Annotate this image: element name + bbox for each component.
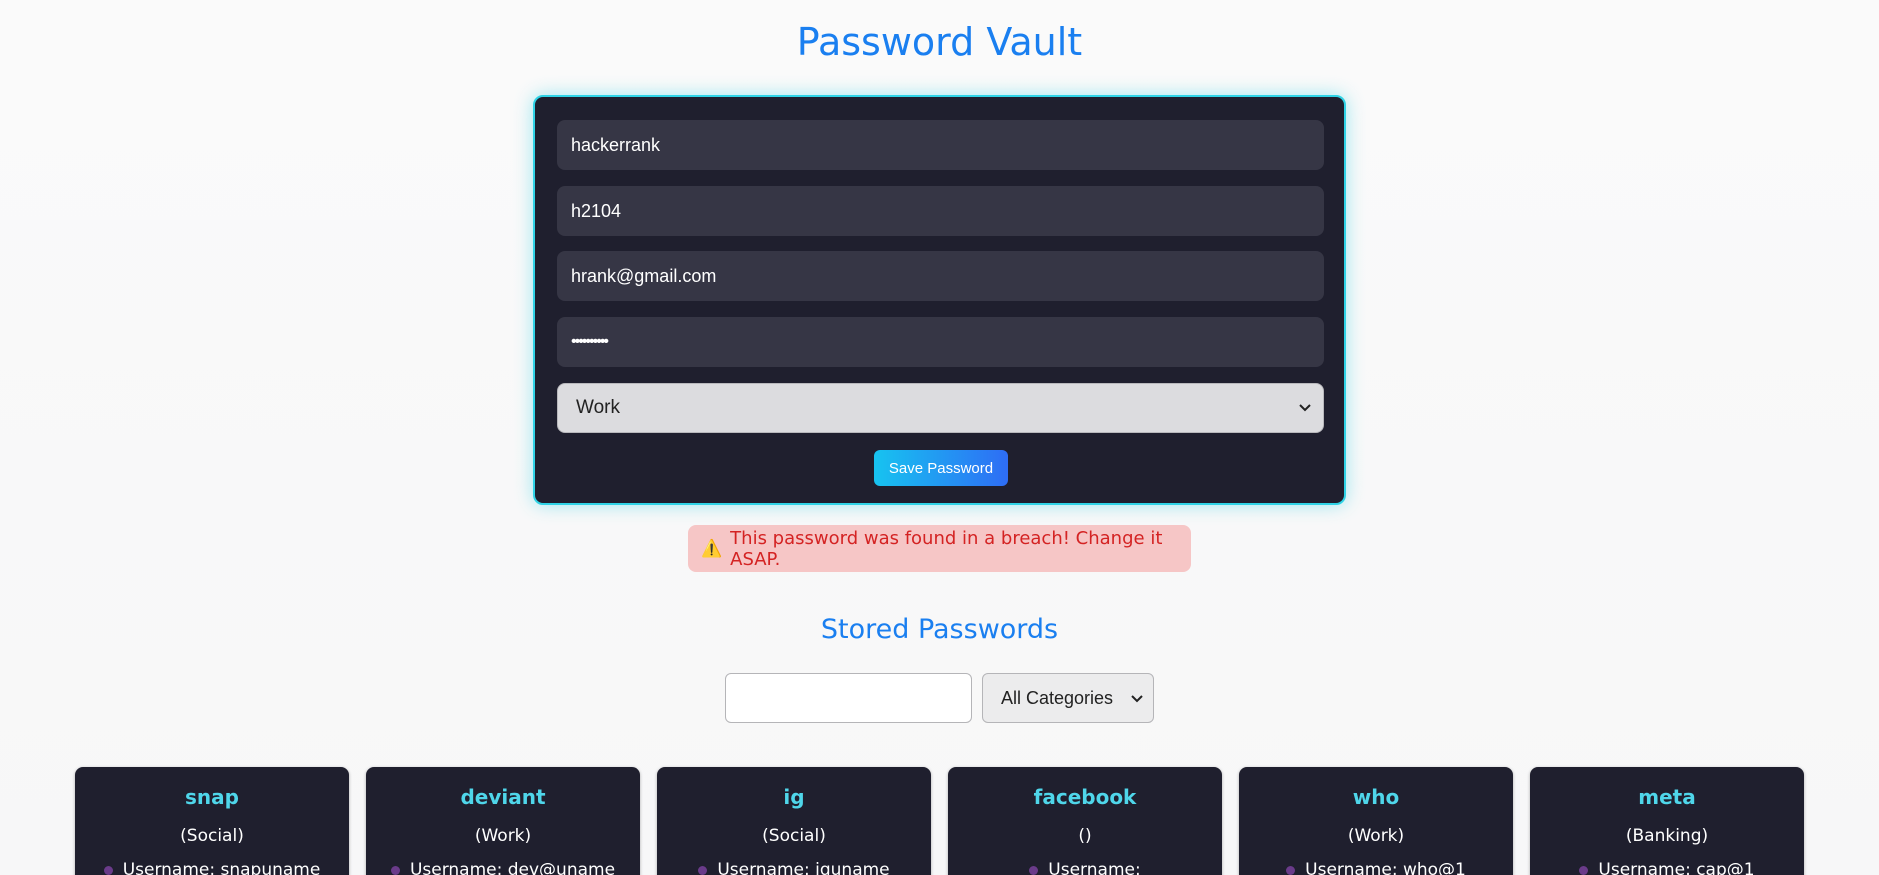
category-filter-select[interactable]: All Categories — [982, 673, 1154, 723]
card-username-row: Username: cap@1 — [1530, 860, 1804, 875]
page-title: Password Vault — [796, 20, 1083, 64]
category-selected-value: Work — [576, 397, 620, 418]
card-category: (Work) — [1347, 826, 1405, 846]
card-category: (Social) — [180, 826, 244, 846]
username-input[interactable] — [557, 186, 1324, 236]
warning-icon: ⚠️ — [701, 538, 723, 559]
password-card[interactable]: meta (Banking) Username: cap@1 — [1530, 767, 1804, 875]
password-card[interactable]: snap (Social) Username: snapuname — [75, 767, 349, 875]
password-card[interactable]: deviant (Work) Username: dev@uname — [366, 767, 640, 875]
stored-passwords-heading: Stored Passwords — [820, 614, 1059, 645]
card-username-row: Username: dev@uname — [366, 860, 640, 875]
card-category: (Work) — [474, 826, 532, 846]
card-site-name: snap — [185, 785, 239, 809]
card-username: Username: iguname — [717, 860, 890, 875]
card-username-row: Username: snapuname — [75, 860, 349, 875]
card-username-row: Username: who@1 — [1239, 860, 1513, 875]
card-username: Username: snapuname — [122, 860, 321, 875]
site-input[interactable] — [557, 120, 1324, 170]
bullet-icon — [103, 865, 113, 875]
bullet-icon — [698, 865, 708, 875]
card-username: Username: — [1048, 860, 1141, 875]
email-input[interactable] — [557, 251, 1324, 301]
bullet-icon — [1579, 865, 1589, 875]
card-category: (Social) — [762, 826, 826, 846]
card-category: () — [1078, 826, 1092, 846]
card-username-row: Username: — [948, 860, 1222, 875]
breach-alert: ⚠️ This password was found in a breach! … — [688, 525, 1191, 572]
breach-alert-message: This password was found in a breach! Cha… — [730, 527, 1163, 570]
card-site-name: facebook — [1033, 785, 1137, 809]
card-site-name: deviant — [460, 785, 546, 809]
password-card[interactable]: ig (Social) Username: iguname — [657, 767, 931, 875]
bullet-icon — [1286, 865, 1296, 875]
search-input[interactable] — [725, 673, 972, 723]
card-site-name: who — [1352, 785, 1400, 809]
filter-selected-value: All Categories — [1001, 687, 1114, 708]
card-username: Username: dev@uname — [409, 860, 616, 875]
card-site-name: meta — [1638, 785, 1696, 809]
card-site-name: ig — [783, 785, 805, 809]
bullet-icon — [1029, 865, 1039, 875]
save-password-button[interactable]: Save Password — [874, 450, 1008, 486]
card-category: (Banking) — [1625, 826, 1709, 846]
category-select[interactable]: Work — [557, 383, 1324, 433]
card-username: Username: who@1 — [1305, 860, 1466, 875]
card-username: Username: cap@1 — [1598, 860, 1755, 875]
chevron-down-icon — [1299, 404, 1311, 412]
chevron-down-icon — [1131, 695, 1143, 703]
password-form: •••••••••• Work Save Password — [533, 95, 1346, 505]
password-masked-value: •••••••••• — [571, 333, 609, 350]
password-input[interactable]: •••••••••• — [557, 317, 1324, 367]
password-card[interactable]: who (Work) Username: who@1 — [1239, 767, 1513, 875]
page: Password Vault •••••••••• Work Save Pass… — [0, 0, 1879, 875]
password-card[interactable]: facebook () Username: — [948, 767, 1222, 875]
bullet-icon — [390, 865, 400, 875]
card-username-row: Username: iguname — [657, 860, 931, 875]
